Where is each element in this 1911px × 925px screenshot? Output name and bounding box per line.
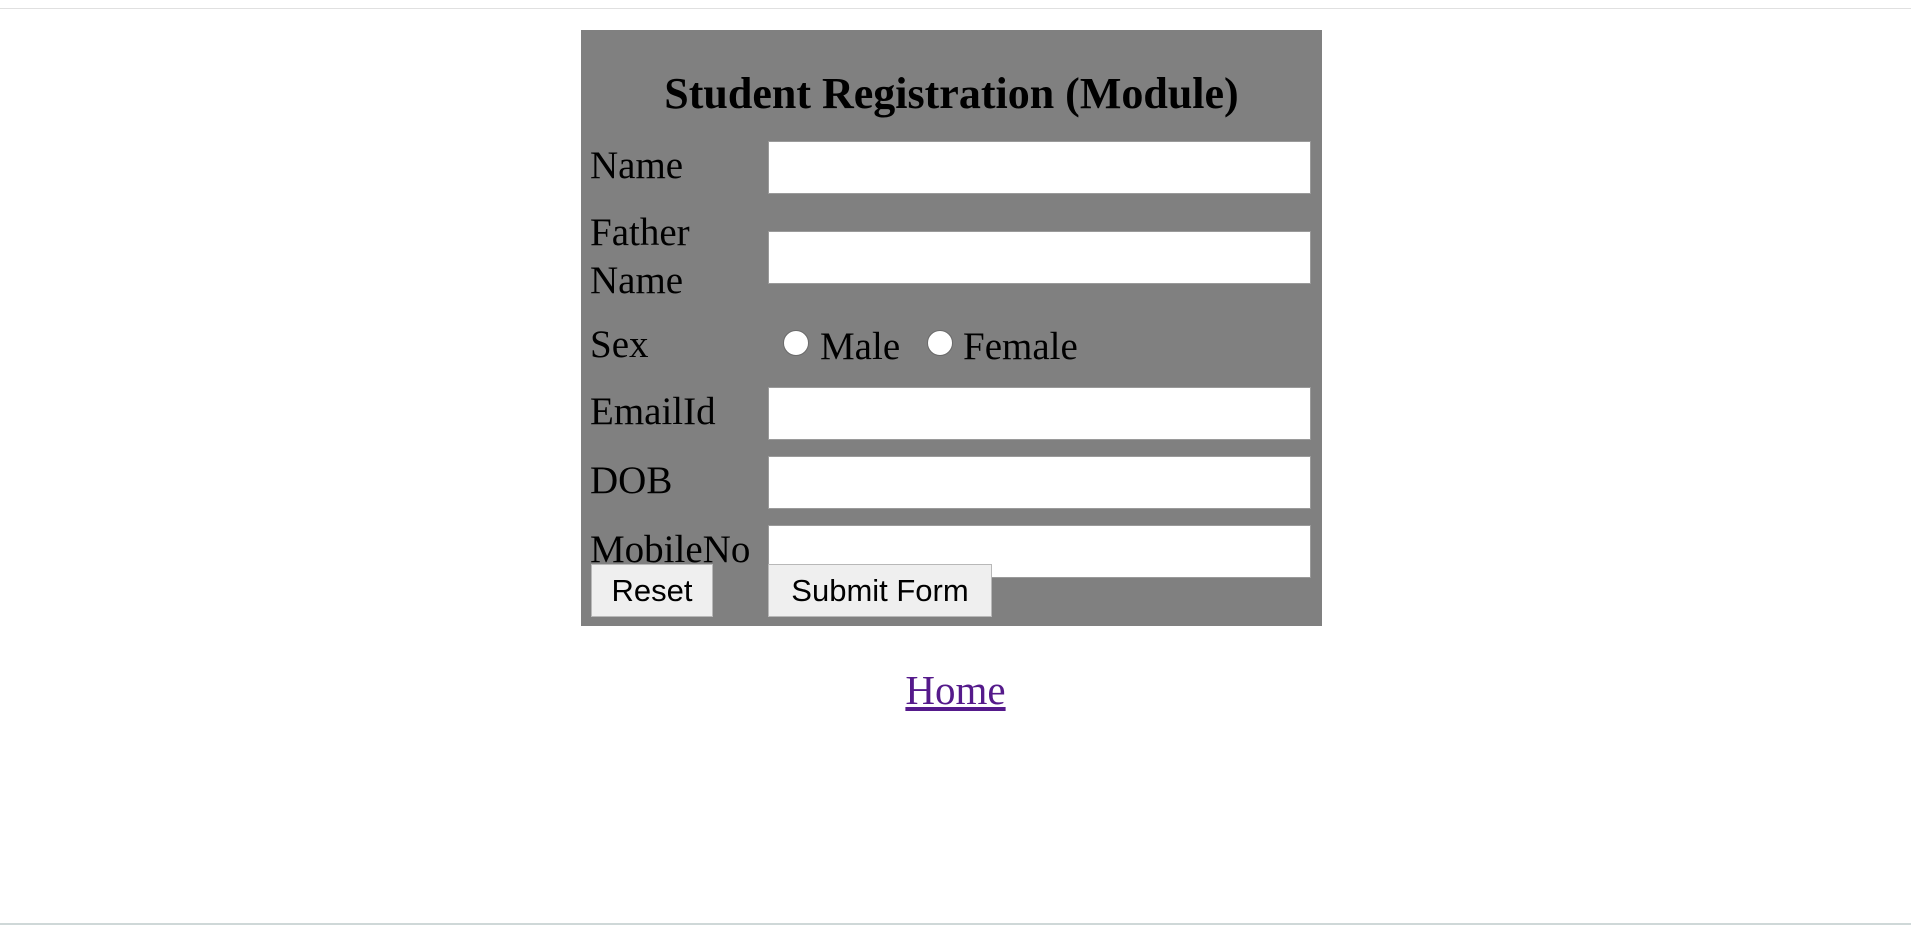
dob-input[interactable] bbox=[768, 456, 1311, 509]
reset-button[interactable]: Reset bbox=[591, 564, 713, 617]
father-name-label-line2: Name bbox=[590, 259, 684, 302]
father-name-input[interactable] bbox=[768, 231, 1311, 284]
email-label: EmailId bbox=[590, 390, 716, 433]
submit-form-button[interactable]: Submit Form bbox=[768, 564, 992, 617]
home-link-container: Home bbox=[0, 665, 1911, 715]
home-link[interactable]: Home bbox=[905, 667, 1005, 713]
name-label: Name bbox=[590, 144, 684, 187]
name-input[interactable] bbox=[768, 141, 1311, 194]
top-divider bbox=[0, 8, 1911, 9]
father-name-label-line1: Father bbox=[590, 211, 690, 254]
male-radio-label: Male bbox=[820, 325, 901, 368]
dob-label: DOB bbox=[590, 459, 673, 502]
registration-form: Student Registration (Module) Name Fathe… bbox=[581, 30, 1322, 626]
form-title: Student Registration (Module) bbox=[664, 69, 1239, 118]
female-radio-label: Female bbox=[963, 325, 1078, 368]
female-radio[interactable] bbox=[927, 330, 953, 356]
sex-label: Sex bbox=[590, 323, 649, 366]
email-input[interactable] bbox=[768, 387, 1311, 440]
male-radio[interactable] bbox=[783, 330, 809, 356]
